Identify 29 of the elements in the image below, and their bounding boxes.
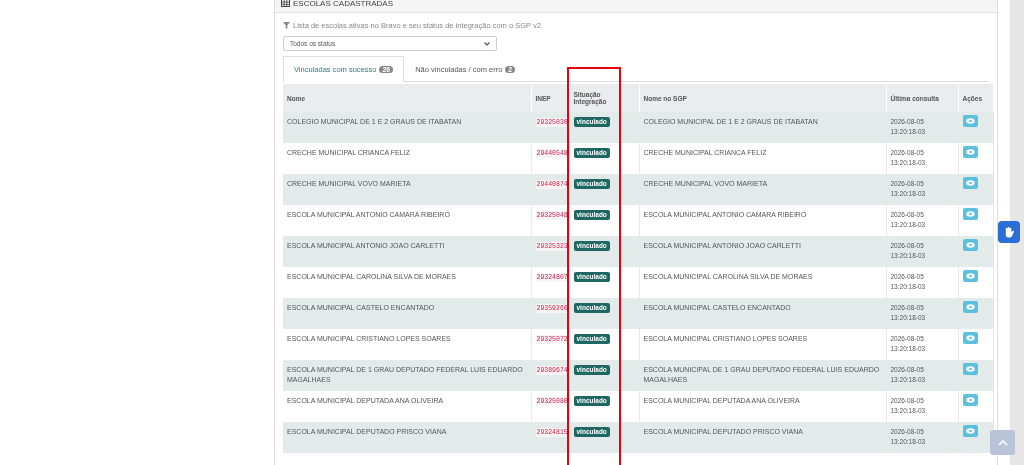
eye-icon [965,149,975,155]
accessibility-button[interactable] [998,221,1020,243]
view-button[interactable] [962,332,978,344]
view-button[interactable] [962,239,978,251]
panel-title: ESCOLAS CADASTRADAS [293,0,394,8]
view-button[interactable] [962,394,978,406]
filter-icon [283,22,290,29]
eye-icon [965,428,975,434]
eye-icon [965,366,975,372]
eye-icon [965,273,975,279]
view-button[interactable] [962,146,978,158]
view-button[interactable] [962,301,978,313]
eye-icon [965,335,975,341]
table-icon [281,0,290,7]
eye-icon [965,211,975,217]
view-button[interactable] [962,115,978,127]
view-button[interactable] [962,177,978,189]
chevron-down-icon [484,41,490,46]
view-button[interactable] [962,425,978,437]
view-button[interactable] [962,363,978,375]
eye-icon [965,397,975,403]
view-button[interactable] [962,270,978,282]
eye-icon [965,304,975,310]
scroll-top-button[interactable] [990,430,1015,455]
eye-icon [965,180,975,186]
chevron-up-icon [997,439,1008,446]
eye-icon [965,118,975,124]
eye-icon [965,242,975,248]
view-button[interactable] [962,208,978,220]
